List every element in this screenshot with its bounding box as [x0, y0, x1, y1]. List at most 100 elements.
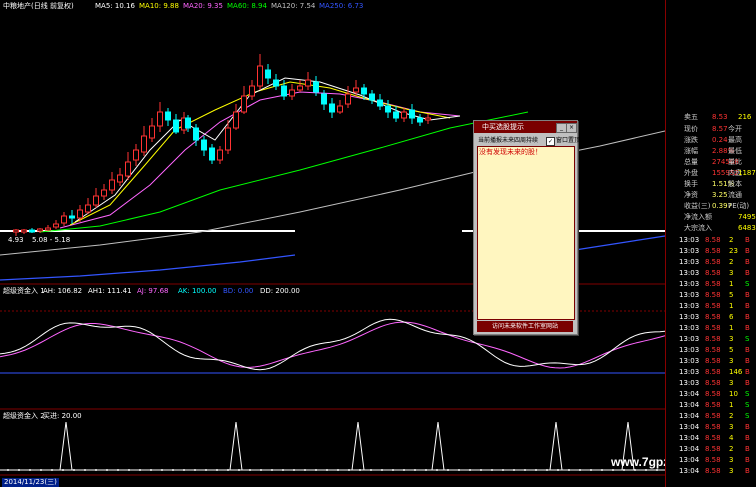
signal-dot — [95, 469, 97, 471]
tick-row: 13:03 8.58 1 B — [679, 302, 750, 310]
candle-body — [249, 85, 255, 97]
tick-row: 13:03 8.58 3 B — [679, 269, 750, 277]
candle-body — [265, 69, 271, 79]
signal-dot — [194, 469, 196, 471]
candle-body — [337, 105, 343, 113]
candle-body — [117, 174, 123, 183]
signal-dot — [634, 469, 636, 471]
signal-dot — [304, 469, 306, 471]
candle-body — [185, 117, 191, 129]
quote-row: 现价 8.57 今开 — [684, 125, 742, 133]
signal-dot — [73, 469, 75, 471]
buy-signal-spike — [59, 421, 73, 471]
visit-website-button[interactable]: 访问未来软件工作室网站 — [477, 321, 573, 332]
ma60-line — [39, 111, 529, 233]
signal-dot — [403, 469, 405, 471]
signal-dot — [326, 469, 328, 471]
quote-sidebar: 卖五 8.53 216 现价 8.57 今开 涨跌 0.24 最高 涨幅 2.88% 最低 总量 2… — [665, 0, 756, 487]
signal-dot — [491, 469, 493, 471]
candle-body — [209, 147, 215, 161]
ma10-line — [69, 81, 451, 226]
tick-row: 13:03 8.58 3 B — [679, 379, 750, 387]
sub1-value-5: DD: 200.00 — [260, 287, 300, 295]
quote-row: 大宗流入6483万 — [684, 224, 756, 232]
signal-dot — [337, 469, 339, 471]
candle-body — [281, 85, 287, 97]
ma-label-2: MA20: 9.35 — [183, 2, 223, 10]
tick-row: 13:03 8.58 2 B — [679, 258, 750, 266]
popup-titlebar[interactable]: 中买选股提示 _ × — [474, 121, 577, 133]
signal-dot — [249, 469, 251, 471]
quote-row: 净资 3.25 流通 — [684, 191, 742, 199]
candle-body — [361, 87, 367, 95]
tick-row: 13:03 8.58 1 S — [679, 280, 750, 288]
sub-panel-2-title: 超级资金入 2 — [3, 412, 45, 420]
candle-body — [69, 215, 75, 219]
tick-row: 13:03 8.58 23 B — [679, 247, 750, 255]
candle-body — [77, 209, 83, 219]
candle-body — [257, 65, 263, 87]
candle-body — [21, 229, 27, 233]
topmost-checkbox-label: 窗口置顶 — [556, 137, 581, 144]
sub1-value-0: AH: 106.82 — [43, 287, 83, 295]
candle-body — [93, 195, 99, 206]
ask-row: 卖五 8.53 216 — [684, 113, 752, 121]
tick-row: 13:04 8.58 3 B — [679, 423, 750, 431]
candle-body — [101, 189, 107, 197]
signal-dot — [282, 469, 284, 471]
candle-body — [133, 149, 139, 161]
candle-body — [425, 117, 431, 121]
ma-label-3: MA60: 8.94 — [227, 2, 267, 10]
signal-dot — [568, 469, 570, 471]
candle-body — [273, 79, 279, 87]
candle-body — [157, 111, 163, 127]
candle-body — [417, 117, 423, 123]
signal-dot — [183, 469, 185, 471]
candle-body — [241, 95, 247, 113]
sub-panel-1-title: 超级资金入 1 — [3, 287, 45, 295]
ma250-line — [0, 254, 296, 281]
close-button[interactable]: × — [566, 123, 577, 133]
tick-row: 13:03 8.58 1 B — [679, 324, 750, 332]
sub1-value-2: AJ: 97.68 — [137, 287, 169, 295]
candle-body — [401, 111, 407, 119]
tick-row: 13:03 8.58 2 B — [679, 236, 750, 244]
signal-dot — [546, 469, 548, 471]
tick-row: 13:03 8.58 5 B — [679, 346, 750, 354]
topmost-checkbox[interactable]: ✓ — [546, 137, 555, 146]
quote-row: 涨幅 2.88% 最低 — [684, 147, 742, 155]
signal-dot — [513, 469, 515, 471]
signal-dot — [238, 469, 240, 471]
ma-label-5: MA250: 6.73 — [319, 2, 364, 10]
signal-dot — [392, 469, 394, 471]
signal-dot — [381, 469, 383, 471]
candle-body — [385, 105, 391, 113]
tick-row: 13:03 8.58 6 B — [679, 313, 750, 321]
signal-dot — [40, 469, 42, 471]
signal-dot — [216, 469, 218, 471]
signal-dot — [260, 469, 262, 471]
ma-label-4: MA120: 7.54 — [271, 2, 316, 10]
tick-row: 13:04 8.58 2 S — [679, 412, 750, 420]
quote-row: 净流入额7495万 — [684, 213, 756, 221]
popup-title: 中买选股提示 — [482, 123, 524, 131]
signal-dot — [348, 469, 350, 471]
signal-dot — [29, 469, 31, 471]
signal-dot — [84, 469, 86, 471]
sub-panel-2-value: 买进: 20.00 — [43, 412, 82, 420]
signal-dot — [161, 469, 163, 471]
tick-row: 13:03 8.58 5 B — [679, 291, 750, 299]
signal-dot — [458, 469, 460, 471]
candle-body — [141, 135, 147, 153]
stock-alert-popup[interactable]: 中买选股提示 _ × 当前播报未来四周持续 ✓ 窗口置顶 没有发现未来的股！ 访… — [473, 120, 581, 335]
signal-dot — [315, 469, 317, 471]
signal-dot — [51, 469, 53, 471]
tick-row: 13:03 8.58 3 B — [679, 357, 750, 365]
tick-row: 13:04 8.58 4 B — [679, 434, 750, 442]
candle-body — [225, 127, 231, 151]
signal-dot — [106, 469, 108, 471]
signal-dot — [535, 469, 537, 471]
tick-row: 13:04 8.58 10 S — [679, 390, 750, 398]
signal-dot — [370, 469, 372, 471]
signal-dot — [656, 469, 658, 471]
